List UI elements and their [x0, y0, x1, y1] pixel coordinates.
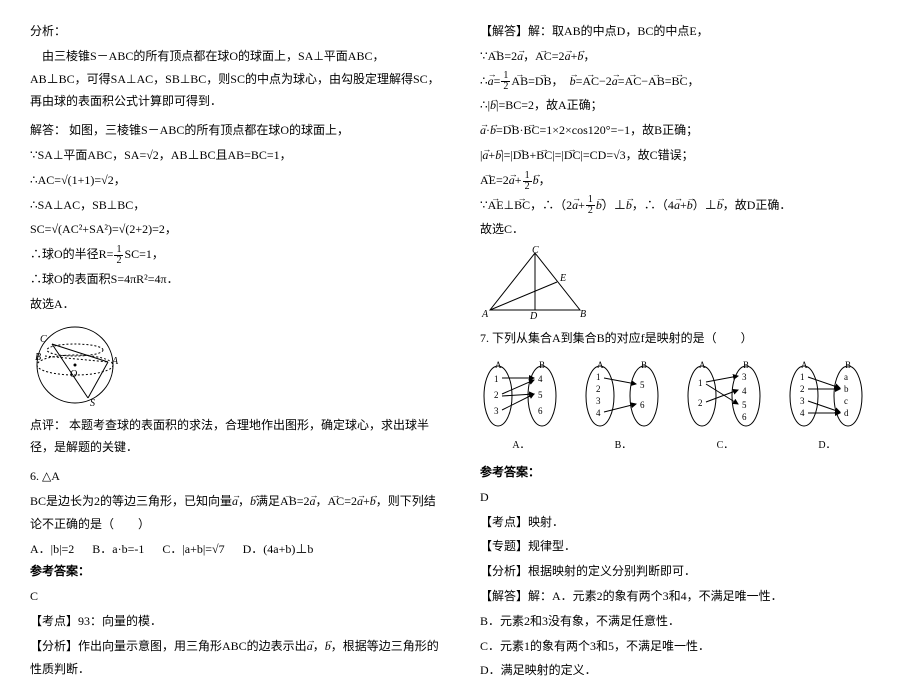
svg-text:5: 5	[538, 390, 543, 400]
svg-text:A: A	[495, 360, 502, 370]
perp-line: ∴SA⊥AC，SB⊥BC，	[30, 194, 440, 217]
mapping-options: AB 123 456 A． AB 1234 56 B．	[480, 356, 890, 455]
svg-text:E: E	[559, 273, 566, 284]
map-a: AB 123 456 A．	[480, 356, 562, 455]
r4: a·b=DB·BC=1×2×cos120°=−1，故B正确；	[480, 119, 890, 142]
q6-line2: BC是边长为2的等边三角形，已知向量a，b满足AB=2a，AC=2a+b，则下列…	[30, 490, 440, 536]
svg-text:d: d	[844, 408, 849, 418]
r7: ∵AE⊥BC，∴（2a+12b）⊥b，∴（4a+b）⊥b，故D正确．	[480, 194, 890, 217]
jieda-2: 【解答】解：A．元素2的象有两个3和4，不满足唯一性．	[480, 585, 890, 608]
svg-text:2: 2	[494, 390, 499, 400]
q6-line1: 6. △A	[30, 465, 440, 488]
svg-text:B: B	[743, 360, 749, 370]
comment: 点评： 本题考查球的表面积的求法，合理地作出图形，确定球心，求出球半径，是解题的…	[30, 414, 440, 460]
jieda-b: B．元素2和3没有象，不满足任意性．	[480, 610, 890, 633]
svg-text:A: A	[699, 360, 706, 370]
opt-d: D．(4a+b)⊥b	[243, 538, 314, 561]
q6-options: A．|b|=2 B．a·b=-1 C．|a+b|=√7 D．(4a+b)⊥b	[30, 538, 440, 561]
r2: ∴a=12AB=DB， b=AC−2a=AC−AB=BC，	[480, 70, 890, 93]
ref-answer-label: 参考答案：	[30, 560, 440, 583]
svg-text:B: B	[580, 309, 586, 320]
svg-text:A: A	[801, 360, 808, 370]
zhuanti: 【专题】规律型．	[480, 535, 890, 558]
sc-calc: SC=√(AC²+SA²)=√(2+2)=2，	[30, 218, 440, 241]
svg-text:2: 2	[800, 384, 805, 394]
r3: ∴|b|=BC=2，故A正确；	[480, 94, 890, 117]
triangle-figure: A D B C E	[480, 245, 590, 323]
svg-text:6: 6	[640, 400, 645, 410]
svg-text:4: 4	[538, 374, 543, 384]
surface-line: ∴球O的表面积S=4πR²=4π．	[30, 268, 440, 291]
svg-text:4: 4	[800, 408, 805, 418]
svg-text:O: O	[70, 369, 77, 380]
svg-text:D: D	[529, 311, 538, 322]
answer-c: C	[30, 585, 440, 608]
jieda-1: 【解答】解：取AB的中点D，BC的中点E，	[480, 20, 890, 43]
svg-text:C: C	[40, 334, 47, 345]
map-d: AB 1234 abcd D．	[786, 356, 868, 455]
svg-text:A: A	[111, 356, 119, 367]
analysis-text: 由三棱锥S－ABC的所有顶点都在球O的球面上，SA⊥平面ABC，AB⊥BC，可得…	[30, 45, 440, 113]
map-c: AB 12 3456 C．	[684, 356, 766, 455]
ac-calc: ∴AC=√(1+1)=√2，	[30, 169, 440, 192]
sphere-figure: C A S B O	[30, 320, 130, 410]
svg-text:3: 3	[494, 406, 499, 416]
solve-intro: 解答： 如图，三棱锥S－ABC的所有顶点都在球O的球面上，	[30, 119, 440, 142]
svg-text:3: 3	[742, 372, 747, 382]
ref-answer-label-2: 参考答案：	[480, 461, 890, 484]
svg-text:a: a	[844, 372, 848, 382]
svg-text:c: c	[844, 396, 848, 406]
jieda-c: C．元素1的象有两个3和5，不满足唯一性．	[480, 635, 890, 658]
svg-text:1: 1	[800, 372, 805, 382]
svg-text:1: 1	[596, 372, 601, 382]
answer-a: 故选A．	[30, 293, 440, 316]
kaodian: 【考点】93：向量的模．	[30, 610, 440, 633]
analysis-label: 分析：	[30, 20, 440, 43]
svg-text:A: A	[481, 309, 489, 320]
svg-text:4: 4	[596, 408, 601, 418]
svg-text:5: 5	[742, 400, 747, 410]
r1: ∵AB=2a，AC=2a+b，	[480, 45, 890, 68]
opt-a: A．|b|=2	[30, 538, 74, 561]
map-b: AB 1234 56 B．	[582, 356, 664, 455]
svg-text:1: 1	[494, 374, 499, 384]
radius-line: ∴球O的半径R=12SC=1，	[30, 243, 440, 266]
fenxi-line: 【分析】作出向量示意图，用三角形ABC的边表示出a，b，根据等边三角形的性质判断…	[30, 635, 440, 681]
svg-text:B: B	[35, 352, 41, 363]
svg-text:6: 6	[742, 412, 747, 422]
svg-text:S: S	[90, 398, 95, 409]
opt-b: B．a·b=-1	[92, 538, 144, 561]
svg-text:b: b	[844, 384, 849, 394]
r8: 故选C．	[480, 218, 890, 241]
fenxi-2: 【分析】根据映射的定义分别判断即可．	[480, 560, 890, 583]
kaodian-2: 【考点】映射．	[480, 511, 890, 534]
svg-text:1: 1	[698, 378, 703, 388]
svg-text:3: 3	[800, 396, 805, 406]
svg-text:B: B	[641, 360, 647, 370]
svg-text:2: 2	[596, 384, 601, 394]
jieda-d: D．满足映射的定义．	[480, 659, 890, 682]
given-1: ∵SA⊥平面ABC，SA=√2，AB⊥BC且AB=BC=1，	[30, 144, 440, 167]
r5: |a+b|=|DB+BC|=|DC|=CD=√3，故C错误；	[480, 144, 890, 167]
svg-text:C: C	[532, 245, 539, 256]
q7-text: 7. 下列从集合A到集合B的对应f是映射的是（ ）	[480, 327, 890, 350]
r6: AE=2a+12b，	[480, 169, 890, 192]
svg-text:A: A	[597, 360, 604, 370]
svg-text:5: 5	[640, 380, 645, 390]
svg-text:4: 4	[742, 386, 747, 396]
opt-c: C．|a+b|=√7	[162, 538, 224, 561]
svg-text:2: 2	[698, 398, 703, 408]
svg-text:6: 6	[538, 406, 543, 416]
svg-text:3: 3	[596, 396, 601, 406]
answer-d: D	[480, 486, 890, 509]
svg-text:B: B	[539, 360, 545, 370]
svg-text:B: B	[845, 360, 851, 370]
